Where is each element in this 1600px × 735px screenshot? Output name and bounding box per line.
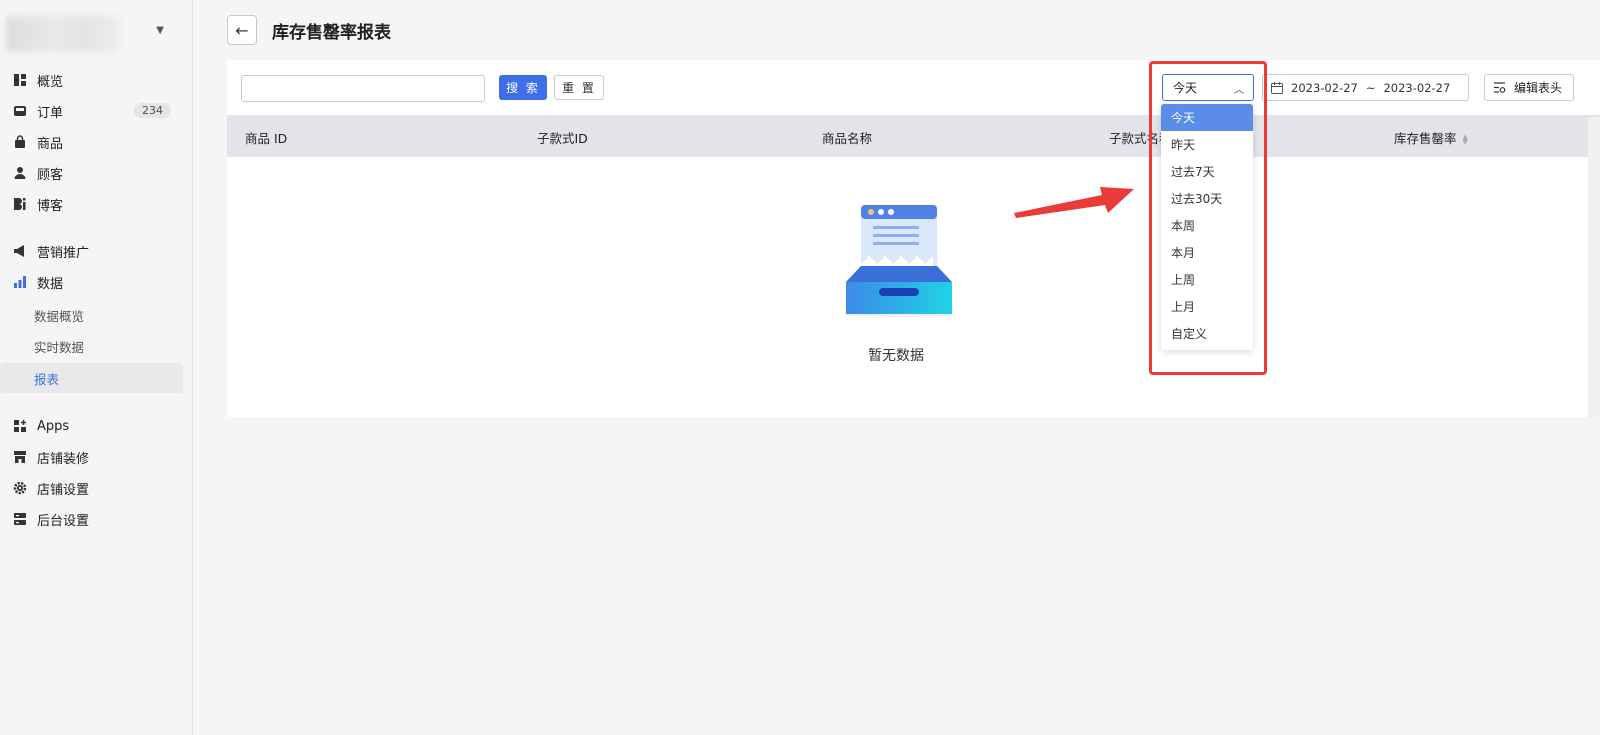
sidebar-subitem-label: 实时数据 [34,339,85,355]
reset-button[interactable]: 重 置 [554,75,604,100]
empty-state-text: 暂无数据 [868,348,924,364]
sidebar-item-label: 数据 [37,276,64,292]
sidebar-item-label: 店铺设置 [37,482,90,498]
server-icon [12,511,28,527]
sidebar-item-orders[interactable]: 订单 234 [0,96,183,126]
sidebar-item-label: 订单 [37,105,64,121]
date-range-picker[interactable]: 2023-02-27 ~ 2023-02-27 [1262,74,1469,101]
sidebar-item-label: Apps [37,418,70,434]
annotation-arrow [1014,187,1134,218]
bar-chart-icon [12,274,28,290]
sidebar-subitem-data-overview[interactable]: 数据概览 [0,300,183,330]
sort-icon[interactable]: ▲ ▼ [1463,133,1468,145]
blog-icon [12,196,28,212]
annotation-highlight-box [1149,61,1267,375]
date-start[interactable]: 2023-02-27 [1291,81,1358,95]
apps-icon [12,418,28,434]
sidebar-item-products[interactable]: 商品 [0,127,183,157]
shop-switcher[interactable]: ▼ [6,14,186,54]
date-separator: ~ [1365,80,1376,95]
megaphone-icon [12,243,28,259]
sidebar-item-label: 商品 [37,136,64,152]
order-count-badge: 234 [134,103,171,118]
table-scrollbar[interactable] [1588,117,1600,417]
column-header: 商品名称 [822,131,873,146]
table-header: 商品 ID 子款式ID 商品名称 子款式名称 库存售罄率 ▲ ▼ [227,115,1600,157]
sidebar-item-blog[interactable]: 博客 [0,189,183,219]
search-input[interactable] [241,75,485,102]
empty-box-illustration [843,205,955,317]
sidebar-item-label: 概览 [37,74,64,90]
caret-down-icon[interactable]: ▼ [156,25,164,36]
edit-columns-button[interactable]: 编辑表头 [1484,74,1574,101]
sidebar-subitem-label: 报表 [34,371,60,387]
user-icon [12,165,28,181]
sidebar-subitem-realtime[interactable]: 实时数据 [0,331,183,361]
column-header: 子款式ID [537,131,588,146]
sidebar-item-label: 店铺装修 [37,451,90,467]
bag-icon [12,134,28,150]
inbox-icon [12,103,28,119]
store-icon [12,449,28,465]
sidebar-item-overview[interactable]: 概览 [0,65,183,95]
sidebar-subitem-reports[interactable]: 报表 [0,363,183,393]
arrow-left-icon: ← [235,20,249,40]
page-title: 库存售罄率报表 [272,23,391,43]
sidebar-item-data[interactable]: 数据 [0,267,183,297]
sidebar-item-label: 后台设置 [37,513,90,529]
back-button[interactable]: ← [227,15,257,45]
sidebar-item-admin-settings[interactable]: 后台设置 [0,504,183,534]
column-header-sortable[interactable]: 库存售罄率 ▲ ▼ [1394,128,1468,147]
date-end[interactable]: 2023-02-27 [1383,81,1450,95]
overview-icon [12,72,28,88]
calendar-icon [1271,81,1283,94]
sidebar-subitem-label: 数据概览 [34,308,85,324]
column-header: 商品 ID [245,131,288,146]
columns-settings-icon [1494,82,1506,93]
sidebar-item-marketing[interactable]: 营销推广 [0,236,183,266]
sidebar-item-label: 营销推广 [37,245,90,261]
sidebar-item-apps[interactable]: Apps [0,411,183,441]
sidebar-item-customers[interactable]: 顾客 [0,158,183,188]
sidebar-item-label: 博客 [37,198,64,214]
shop-logo [6,16,121,52]
search-button[interactable]: 搜 索 [499,75,547,100]
gear-icon [12,480,28,496]
edit-columns-label: 编辑表头 [1514,81,1563,95]
column-header-label: 库存售罄率 [1394,131,1457,146]
sidebar-item-store-design[interactable]: 店铺装修 [0,442,183,472]
sidebar-item-label: 顾客 [37,167,64,183]
sidebar: ▼ 概览 订单 234 商品 顾客 博客 营销推广 数据 数据概览 实时数据 报… [0,0,193,735]
sidebar-item-store-settings[interactable]: 店铺设置 [0,473,183,503]
